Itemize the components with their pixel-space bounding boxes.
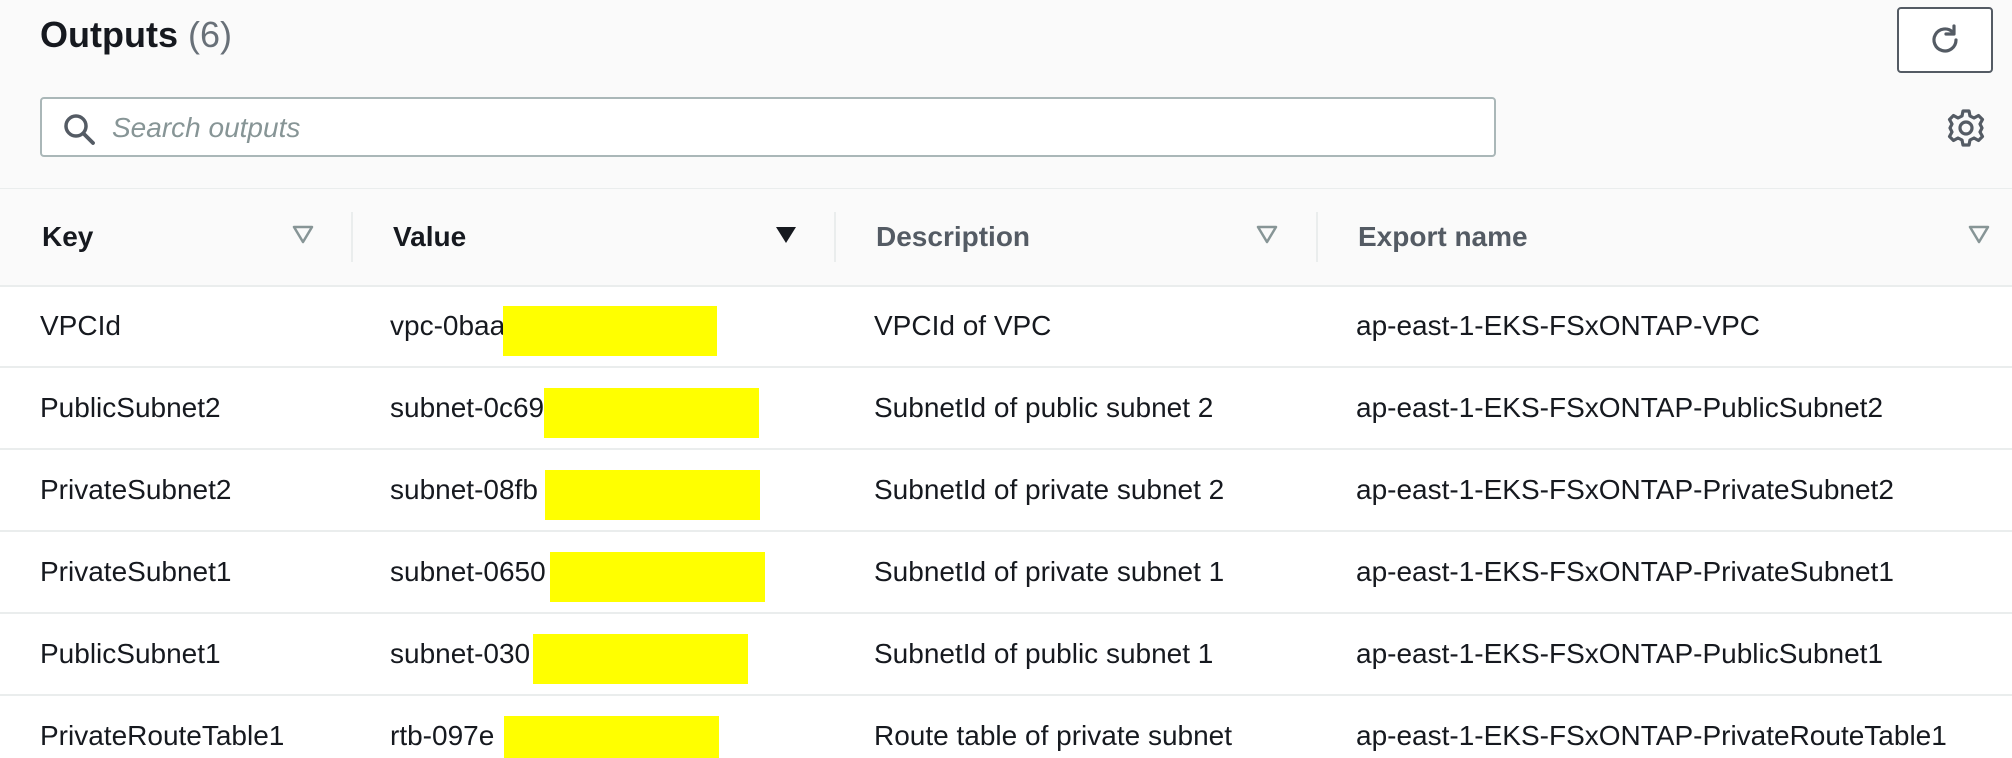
column-header-label: Export name bbox=[1358, 221, 1528, 252]
sort-caret-filled-icon bbox=[776, 227, 796, 243]
cell-key: PrivateRouteTable1 bbox=[40, 720, 285, 751]
cell-description: SubnetId of public subnet 1 bbox=[874, 638, 1214, 669]
search-icon bbox=[64, 114, 95, 145]
cell-export-name: ap-east-1-EKS-FSxONTAP-VPC bbox=[1356, 310, 1761, 341]
table-row: VPCId vpc-0baa VPCId of VPC ap-east-1-EK… bbox=[0, 286, 2012, 368]
table-row: PublicSubnet1 subnet-030 SubnetId of pub… bbox=[0, 614, 2012, 696]
cell-key: PrivateSubnet1 bbox=[40, 556, 232, 587]
sort-caret-icon bbox=[1968, 225, 1990, 244]
cell-value: subnet-030 bbox=[390, 638, 531, 669]
sort-caret-icon bbox=[1256, 225, 1278, 244]
cell-description: VPCId of VPC bbox=[874, 310, 1052, 341]
cell-description: SubnetId of private subnet 1 bbox=[874, 556, 1225, 587]
column-header-label: Key bbox=[42, 221, 94, 252]
outputs-header: Outputs (6) bbox=[0, 0, 2012, 190]
cell-key: PrivateSubnet2 bbox=[40, 474, 232, 505]
cell-description: Route table of private subnet bbox=[874, 720, 1233, 751]
search-box[interactable] bbox=[40, 97, 1496, 157]
redaction-box bbox=[503, 306, 717, 356]
table-row: PrivateSubnet2 subnet-08fb SubnetId of p… bbox=[0, 450, 2012, 532]
column-header-value[interactable]: Value bbox=[393, 189, 813, 285]
column-header-label: Description bbox=[876, 221, 1031, 252]
cell-export-name: ap-east-1-EKS-FSxONTAP-PrivateSubnet2 bbox=[1356, 474, 1894, 505]
cell-value: vpc-0baa bbox=[390, 310, 506, 341]
column-separator[interactable] bbox=[834, 212, 836, 262]
cell-key: PublicSubnet1 bbox=[40, 638, 221, 669]
column-header-label: Value bbox=[393, 221, 467, 252]
outputs-title: Outputs (6) bbox=[40, 14, 232, 56]
refresh-icon bbox=[1932, 24, 1958, 53]
cell-export-name: ap-east-1-EKS-FSxONTAP-PrivateSubnet1 bbox=[1356, 556, 1894, 587]
column-header-description[interactable]: Description bbox=[876, 189, 1296, 285]
refresh-button[interactable] bbox=[1897, 7, 1993, 73]
cell-value: subnet-08fb bbox=[390, 474, 538, 505]
column-separator[interactable] bbox=[351, 212, 353, 262]
outputs-count: (6) bbox=[188, 14, 232, 55]
redaction-box bbox=[544, 388, 759, 438]
table-row: PublicSubnet2 subnet-0c69 SubnetId of pu… bbox=[0, 368, 2012, 450]
column-header-export-name[interactable]: Export name bbox=[1358, 189, 1998, 285]
outputs-title-text: Outputs bbox=[40, 14, 178, 55]
outputs-table-body: VPCId vpc-0baa VPCId of VPC ap-east-1-EK… bbox=[0, 286, 2012, 758]
gear-icon[interactable] bbox=[1946, 108, 1986, 148]
cell-key: PublicSubnet2 bbox=[40, 392, 221, 423]
column-separator[interactable] bbox=[1316, 212, 1318, 262]
cell-export-name: ap-east-1-EKS-FSxONTAP-PublicSubnet2 bbox=[1356, 392, 1884, 423]
cell-value: rtb-097e bbox=[390, 720, 495, 751]
column-header-key[interactable]: Key bbox=[42, 189, 332, 285]
table-row: PrivateRouteTable1 rtb-097e Route table … bbox=[0, 696, 2012, 758]
redaction-box bbox=[550, 552, 765, 602]
cell-description: SubnetId of public subnet 2 bbox=[874, 392, 1214, 423]
cell-key: VPCId bbox=[40, 310, 121, 341]
search-input[interactable] bbox=[110, 105, 1474, 151]
redaction-box bbox=[533, 634, 748, 684]
redaction-box bbox=[504, 716, 719, 758]
cell-export-name: ap-east-1-EKS-FSxONTAP-PublicSubnet1 bbox=[1356, 638, 1884, 669]
cell-value: subnet-0c69 bbox=[390, 392, 545, 423]
table-row: PrivateSubnet1 subnet-0650 SubnetId of p… bbox=[0, 532, 2012, 614]
cell-export-name: ap-east-1-EKS-FSxONTAP-PrivateRouteTable… bbox=[1356, 720, 1947, 751]
table-header: Key Value Description Export name bbox=[0, 189, 2012, 287]
redaction-box bbox=[545, 470, 760, 520]
cell-value: subnet-0650 bbox=[390, 556, 546, 587]
cell-description: SubnetId of private subnet 2 bbox=[874, 474, 1225, 505]
sort-caret-icon bbox=[292, 225, 314, 244]
